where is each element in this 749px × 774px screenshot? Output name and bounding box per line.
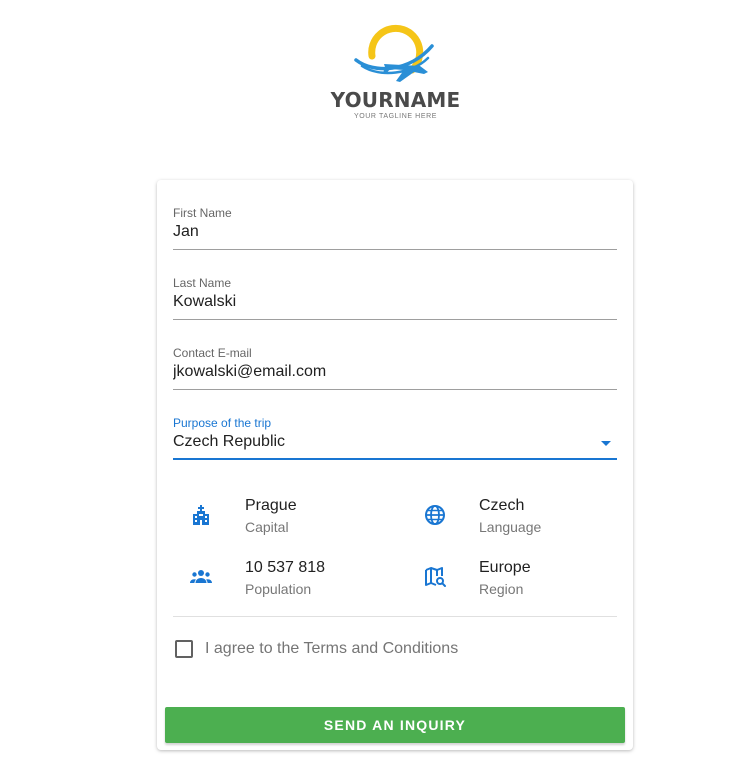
brand-tagline: YOUR TAGLINE HERE [353,113,438,120]
email-underline [173,389,617,390]
purpose-select[interactable]: Purpose of the trip Czech Republic [173,396,617,460]
first-name-input[interactable] [173,223,593,241]
email-field[interactable]: Contact E-mail [173,326,617,390]
email-input[interactable] [173,363,593,381]
section-divider [173,616,617,617]
plane-logo-icon [354,24,434,82]
capital-value: Prague [245,497,297,514]
population-value: 10 537 818 [245,559,326,576]
terms-checkbox[interactable] [175,640,193,658]
email-label: Contact E-mail [173,346,252,360]
first-name-underline [173,249,617,250]
language-label: Language [479,519,542,535]
language-value: Czech [479,497,525,514]
city-icon [193,505,209,525]
purpose-selected-value[interactable]: Czech Republic [173,433,593,451]
capital-label: Capital [245,519,289,535]
terms-checkbox-row[interactable]: I agree to the Terms and Conditions [173,636,617,664]
last-name-underline [173,319,617,320]
send-inquiry-button[interactable]: SEND AN INQUIRY [165,707,625,743]
first-name-field[interactable]: First Name [173,186,617,250]
brand-name: YOURNAME [330,88,461,112]
capital-info: Prague Capital [189,497,389,541]
population-info: 10 537 818 Population [189,559,389,603]
people-icon [190,570,212,583]
last-name-label: Last Name [173,276,232,290]
purpose-underline [173,458,617,460]
region-info: Europe Region [423,559,623,603]
terms-label[interactable]: I agree to the Terms and Conditions [205,640,458,658]
region-label: Region [479,581,524,597]
language-info: Czech Language [423,497,623,541]
inquiry-form-card: First Name Last Name Contact E-mail Purp… [157,180,633,750]
last-name-field[interactable]: Last Name [173,256,617,320]
purpose-label: Purpose of the trip [173,416,272,430]
globe-icon [425,505,445,525]
region-value: Europe [479,559,531,576]
brand-logo: YOURNAME YOUR TAGLINE HERE [318,22,473,126]
dropdown-arrow-icon[interactable] [601,441,611,446]
last-name-input[interactable] [173,293,593,311]
first-name-label: First Name [173,206,232,220]
population-label: Population [245,581,312,597]
map-search-icon [425,567,446,587]
